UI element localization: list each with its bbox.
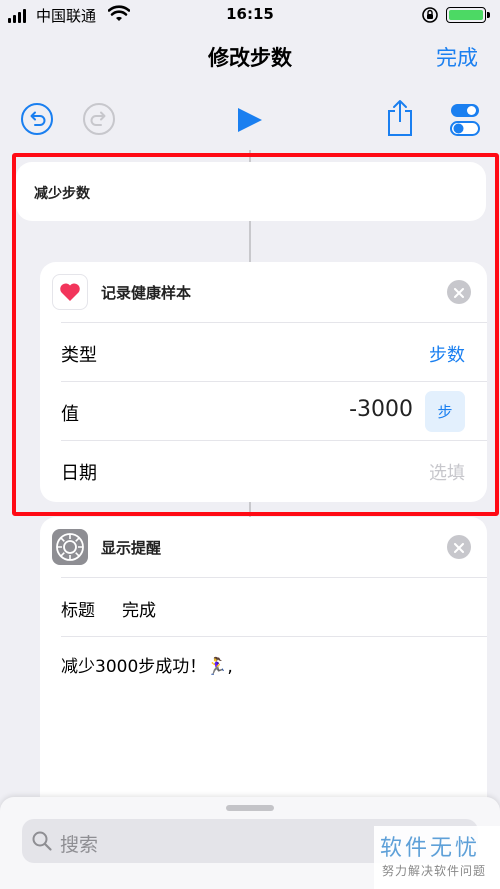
show-alert-action-card[interactable]: 显示提醒 标题 完成 减少3000步成功！🏃‍♀️,	[40, 517, 487, 817]
share-icon[interactable]	[386, 98, 414, 142]
status-bar: 中国联通 16:15	[0, 0, 500, 30]
orientation-lock-icon	[421, 6, 439, 28]
done-button[interactable]: 完成	[436, 42, 478, 72]
alert-message-row[interactable]: 减少3000步成功！🏃‍♀️,	[61, 636, 487, 796]
toggle-settings-icon[interactable]	[450, 103, 480, 141]
alert-message[interactable]: 减少3000步成功！🏃‍♀️,	[61, 652, 233, 677]
battery-icon	[446, 7, 490, 23]
watermark-subtitle: 努力解决软件问题	[382, 864, 487, 878]
close-icon	[454, 538, 464, 557]
alert-title-value[interactable]: 完成	[122, 596, 156, 621]
redo-icon[interactable]	[82, 102, 116, 140]
alert-title-label: 标题	[61, 601, 95, 621]
action-title: 显示提醒	[101, 538, 162, 557]
watermark-title: 软件无忧	[380, 836, 481, 861]
alert-title-row[interactable]: 标题 完成	[61, 577, 487, 636]
search-placeholder: 搜索	[60, 834, 99, 856]
watermark: 软件无忧 努力解决软件问题	[374, 826, 500, 889]
gear-icon	[52, 529, 88, 565]
remove-action-button[interactable]	[447, 535, 471, 559]
highlight-box	[12, 153, 499, 516]
action-header: 显示提醒	[40, 517, 487, 577]
page-title: 修改步数	[208, 46, 292, 70]
undo-icon[interactable]	[20, 102, 54, 140]
play-icon[interactable]	[236, 106, 264, 138]
drawer-grabber[interactable]	[226, 805, 274, 811]
search-icon	[31, 830, 53, 856]
